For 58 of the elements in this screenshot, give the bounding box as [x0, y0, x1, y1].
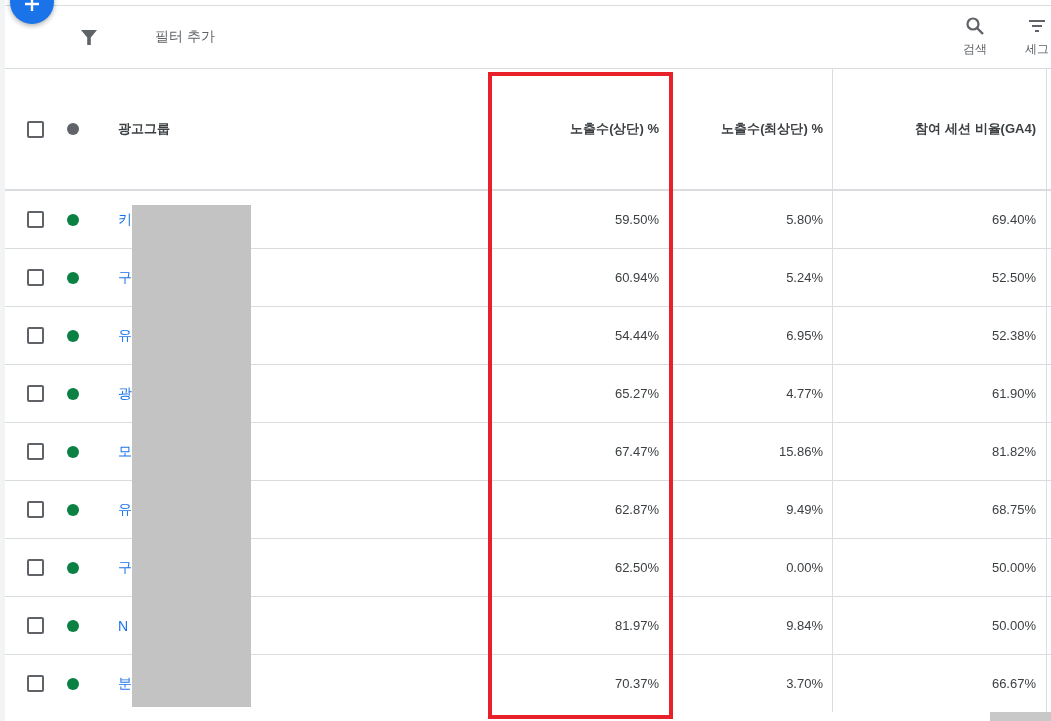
table-cell: 61.90%	[991, 386, 1036, 401]
ad-group-link[interactable]: 구	[118, 268, 132, 287]
table-cell: 81.82%	[991, 444, 1036, 459]
ad-group-link[interactable]: 광	[118, 384, 132, 403]
ad-group-link[interactable]: N	[118, 617, 129, 634]
ad-group-link[interactable]: 분	[118, 674, 132, 693]
table-cell: 5.24%	[786, 270, 823, 285]
ad-group-link[interactable]: 유	[118, 326, 132, 345]
table-cell: 54.44%	[614, 328, 659, 343]
table-cell: 50.00%	[991, 618, 1036, 633]
table-cell: 62.87%	[614, 502, 659, 517]
column-header[interactable]: 광고그룹	[118, 120, 170, 138]
table-cell: 59.50%	[614, 212, 659, 227]
row-checkbox[interactable]	[27, 617, 44, 634]
ad-group-link[interactable]: 모	[118, 442, 132, 461]
segment-button[interactable]: 세그	[1023, 12, 1051, 62]
scrollbar-thumb[interactable]	[990, 712, 1051, 721]
table-cell: 5.80%	[786, 212, 823, 227]
select-all-checkbox[interactable]	[27, 120, 44, 138]
table-cell: 3.70%	[786, 676, 823, 691]
row-checkbox[interactable]	[27, 675, 44, 692]
table-cell: 81.97%	[614, 618, 659, 633]
table-cell: 6.95%	[786, 328, 823, 343]
table-cell: 52.38%	[991, 328, 1036, 343]
column-header[interactable]: 노출수(상단) %	[570, 120, 659, 138]
table-cell: 0.00%	[786, 560, 823, 575]
add-filter-link[interactable]: 필터 추가	[155, 28, 215, 46]
table-cell: 9.49%	[786, 502, 823, 517]
table-cell: 66.67%	[991, 676, 1036, 691]
table-cell: 4.77%	[786, 386, 823, 401]
table-cell: 69.40%	[991, 212, 1036, 227]
row-checkbox[interactable]	[27, 501, 44, 518]
table-cell: 67.47%	[614, 444, 659, 459]
ad-group-link[interactable]: 키	[118, 210, 132, 229]
column-header[interactable]: 노출수(최상단) %	[721, 120, 823, 138]
table-cell: 70.37%	[614, 676, 659, 691]
table-cell: 9.84%	[786, 618, 823, 633]
table-cell: 52.50%	[991, 270, 1036, 285]
table-cell: 60.94%	[614, 270, 659, 285]
search-button[interactable]: 검색	[961, 12, 989, 62]
search-icon	[965, 16, 985, 36]
row-checkbox[interactable]	[27, 443, 44, 460]
row-checkbox[interactable]	[27, 269, 44, 286]
row-checkbox[interactable]	[27, 385, 44, 402]
table-cell: 68.75%	[991, 502, 1036, 517]
filter-icon[interactable]	[80, 28, 98, 46]
ad-group-link[interactable]: 유	[118, 500, 132, 519]
column-header[interactable]: 참여 세션 비율(GA4)	[915, 120, 1036, 138]
status-dot	[67, 123, 79, 135]
table-cell: 65.27%	[614, 386, 659, 401]
table-cell: 50.00%	[991, 560, 1036, 575]
row-checkbox[interactable]	[27, 211, 44, 228]
row-checkbox[interactable]	[27, 559, 44, 576]
table-cell: 15.86%	[778, 444, 823, 459]
plus-icon	[24, 0, 40, 12]
ad-group-link[interactable]: 구	[118, 558, 132, 577]
table-cell: 62.50%	[614, 560, 659, 575]
row-checkbox[interactable]	[27, 327, 44, 344]
